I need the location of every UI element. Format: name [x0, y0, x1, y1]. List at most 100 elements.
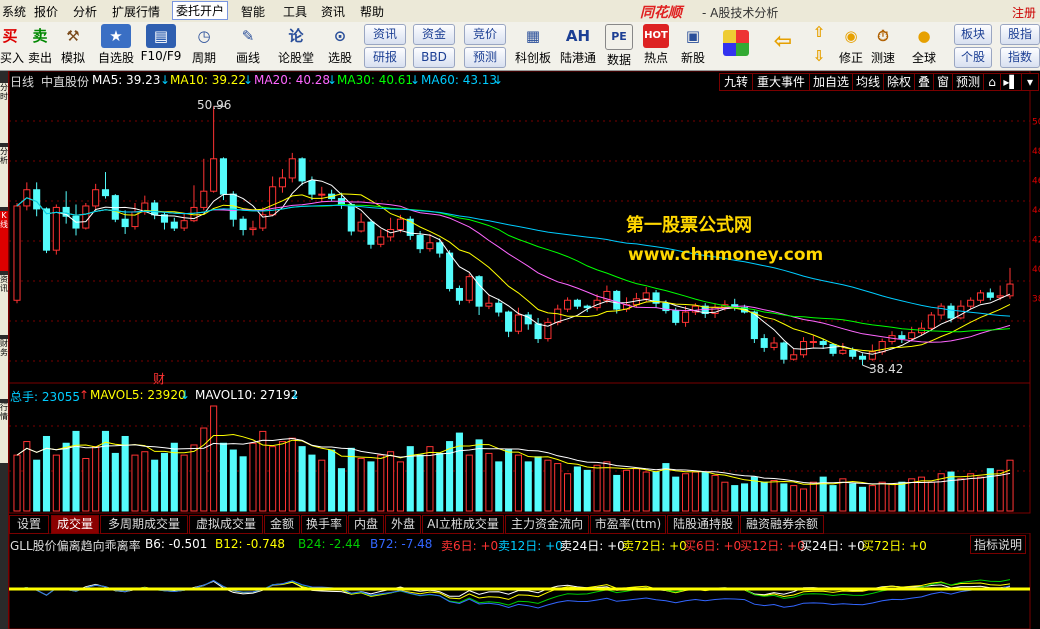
tab-pe-ttm[interactable]: 市盈率(ttm) [590, 515, 666, 534]
star-market-button[interactable]: ▦ 科创板 [512, 24, 554, 66]
speed-test-button[interactable]: ⏱ 测速 [868, 24, 898, 66]
fund-button[interactable]: 资金 [413, 24, 455, 45]
simulate-button[interactable]: ⚒ 模拟 [58, 24, 88, 66]
side-tab-finance[interactable]: 财务 [0, 339, 8, 399]
volume-bar [357, 458, 365, 512]
volume-bar [613, 474, 621, 512]
side-tab-market[interactable]: 行情 [0, 403, 8, 463]
candle-body [436, 242, 444, 254]
color-grid-button[interactable] [718, 30, 754, 56]
volume-bar [278, 441, 287, 512]
tab-margin-balance[interactable]: 融资融券余额 [740, 515, 824, 534]
candle-body [416, 234, 424, 250]
tab-outer-volume[interactable]: 外盘 [385, 515, 421, 534]
data-button[interactable]: PE 数据 [604, 24, 634, 68]
tab-virtual-volume[interactable]: 虚拟成交量 [189, 515, 263, 534]
ma20-value: MA20: 40.28 [254, 73, 331, 87]
block-button[interactable]: 板块 [954, 24, 992, 45]
candle-body [151, 202, 159, 216]
research-button[interactable]: 研报 [364, 47, 406, 68]
side-tab-timeshare[interactable]: 分时 [0, 83, 8, 143]
edit-icon: ◉ [844, 27, 858, 45]
add-watchlist-button[interactable]: 加自选 [809, 73, 853, 91]
tab-volume[interactable]: 成交量 [51, 515, 99, 534]
window-button[interactable]: 窗 [933, 73, 953, 91]
sell-icon: 卖 [32, 27, 48, 45]
tab-amount[interactable]: 金额 [264, 515, 300, 534]
auction-button[interactable]: 竞价 [464, 24, 506, 45]
forum-button[interactable]: 论 论股堂 [276, 24, 316, 66]
draw-button[interactable]: ✎ 画线 [230, 24, 266, 66]
f10-button[interactable]: ▤ F10/F9 [140, 24, 182, 63]
ma10-down-arrow-icon: ↓ [243, 73, 254, 87]
forecast-toggle-button[interactable]: 预测 [952, 73, 984, 91]
candle-body [298, 158, 306, 182]
volume-bar [908, 478, 916, 512]
new-stock-button[interactable]: ▣ 新股 [678, 24, 708, 66]
menu-quote[interactable]: 报价 [34, 3, 58, 20]
menu-system[interactable]: 系统 [2, 3, 26, 20]
menu-trade-account[interactable]: 委托开户 [172, 1, 229, 20]
volume-bar [839, 478, 847, 512]
back-button[interactable]: ⇦ [766, 30, 800, 54]
edit-button[interactable]: ◉ 修正 [836, 24, 866, 66]
app-subtitle: - A股技术分析 [702, 6, 779, 20]
tab-main-fund-flow[interactable]: 主力资金流向 [505, 515, 589, 534]
lock-icon[interactable]: ⌂ [983, 73, 1001, 91]
index-button[interactable]: 指数 [1000, 47, 1040, 68]
major-events-button[interactable]: 重大事件 [752, 73, 810, 91]
tab-hk-holdings[interactable]: 陆股通持股 [667, 515, 739, 534]
price-axis-label: 44.00 [1032, 206, 1040, 216]
scroll-down-button[interactable]: ⇩ [808, 46, 830, 66]
ex-rights-button[interactable]: 除权 [883, 73, 915, 91]
buy-button[interactable]: 买 买入 [0, 24, 24, 66]
forecast-button[interactable]: 预测 [464, 47, 506, 68]
hk-connect-button[interactable]: AH 陆港通 [558, 24, 598, 66]
side-tab-analysis[interactable]: 分析 [0, 147, 8, 207]
stock-index-button[interactable]: 股指 [1000, 24, 1040, 45]
menu-help[interactable]: 帮助 [360, 3, 384, 20]
tab-inner-volume[interactable]: 内盘 [348, 515, 384, 534]
stock-picker-button[interactable]: ⊙ 选股 [322, 24, 358, 66]
indicator-explain-button[interactable]: 指标说明 [970, 535, 1027, 554]
tab-multi-period-volume[interactable]: 多周期成交量 [100, 515, 188, 534]
finance-marker[interactable]: 财 [153, 370, 165, 387]
tab-turnover[interactable]: 换手率 [301, 515, 347, 534]
menu-bar: 系统 报价 分析 扩展行情 委托开户 智能 工具 资讯 帮助 同花顺 - A股技… [0, 0, 1040, 23]
volume-total: 总手: 23055 [10, 390, 81, 404]
volume-bar [249, 442, 257, 512]
candle-body [927, 314, 935, 329]
menu-smart[interactable]: 智能 [241, 3, 265, 20]
candle-body [799, 341, 808, 356]
ma5-value: MA5: 39.23 [92, 73, 161, 87]
dropdown-icon[interactable]: ▾ [1021, 73, 1039, 91]
hot-icon: HOT [643, 24, 669, 48]
ma-lines-button[interactable]: 均线 [852, 73, 884, 91]
menu-extended-quote[interactable]: 扩展行情 [112, 3, 160, 20]
nine-turn-button[interactable]: 九转 [719, 73, 753, 91]
volume-bar [564, 473, 572, 512]
candle-body [514, 314, 522, 332]
volume-bar [986, 468, 994, 512]
period-button[interactable]: ◷ 周期 [186, 24, 222, 66]
play-icon[interactable]: ▸▌ [1000, 73, 1022, 91]
candle-body [446, 252, 454, 289]
hot-button[interactable]: HOT 热点 [641, 24, 671, 66]
single-stock-button[interactable]: 个股 [954, 47, 992, 68]
sell-button[interactable]: 卖 卖出 [27, 24, 53, 66]
side-tab-info[interactable]: 资讯 [0, 275, 8, 335]
tab-ai-volume[interactable]: AI立桩成交量 [422, 515, 504, 534]
menu-analysis[interactable]: 分析 [73, 3, 97, 20]
scroll-up-button[interactable]: ⇧ [808, 22, 830, 42]
register-link[interactable]: 注册 [1012, 4, 1036, 21]
menu-news[interactable]: 资讯 [321, 3, 345, 20]
menu-tools[interactable]: 工具 [283, 3, 307, 20]
info-button[interactable]: 资讯 [364, 24, 406, 45]
global-button[interactable]: ● 全球 [906, 24, 942, 66]
tab-settings[interactable]: 设置 [9, 515, 49, 534]
overlay-button[interactable]: 叠 [914, 73, 934, 91]
indicator-sell72: 卖72日: +0 [622, 539, 687, 553]
side-tab-kline[interactable]: K线 [0, 211, 8, 271]
watchlist-button[interactable]: ★ 自选股 [96, 24, 136, 66]
bbd-button[interactable]: BBD [413, 47, 455, 68]
